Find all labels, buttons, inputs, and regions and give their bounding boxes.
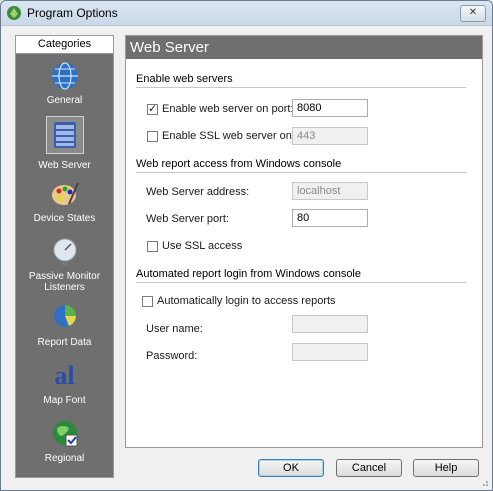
categories-header: Categories [16, 36, 113, 54]
ssl-server-port-input[interactable]: 443 [292, 127, 368, 145]
web-server-port-label: Web Server port: [146, 213, 229, 225]
cancel-button[interactable]: Cancel [336, 459, 402, 477]
enable-web-server-checkbox[interactable] [147, 102, 158, 115]
window-title: Program Options [27, 6, 118, 20]
sidebar-item-label: Regional [44, 453, 85, 464]
sidebar-item-device-states[interactable]: Device States [16, 178, 113, 224]
font-icon: al [54, 361, 75, 390]
auto-login-label: Automatically login to access reports [157, 295, 336, 307]
use-ssl-access-label: Use SSL access [162, 240, 243, 252]
ok-button[interactable]: OK [258, 459, 324, 477]
title-bar[interactable]: Program Options ✕ [1, 1, 492, 26]
auto-login-checkbox[interactable] [142, 296, 153, 307]
web-server-address-input[interactable]: localhost [292, 182, 368, 200]
password-input[interactable] [292, 343, 368, 361]
panel-title: Web Server [126, 36, 482, 59]
sidebar-item-label: Report Data [37, 337, 92, 348]
sidebar-item-label: Passive Monitor Listeners [28, 271, 101, 293]
sidebar-item-passive-monitor-listeners[interactable]: Passive Monitor Listeners [16, 236, 113, 293]
section-divider [136, 172, 466, 173]
web-server-port-field[interactable]: 80 [292, 209, 368, 227]
program-options-window: Program Options ✕ Categories General Web… [0, 0, 493, 491]
use-ssl-access-checkbox[interactable] [147, 241, 158, 252]
sidebar-item-web-server[interactable]: Web Server [16, 116, 113, 171]
password-label: Password: [146, 350, 198, 362]
regional-globe-icon [52, 421, 77, 447]
globe-icon [51, 62, 78, 90]
enable-web-server-label: Enable web server on port: [162, 103, 294, 115]
sidebar-item-label: General [46, 95, 83, 106]
categories-sidebar: Categories General Web Server Device Sta… [15, 35, 114, 478]
web-server-port-input[interactable]: 8080 [292, 99, 368, 117]
sidebar-item-regional[interactable]: Regional [16, 418, 113, 464]
sidebar-item-report-data[interactable]: Report Data [16, 302, 113, 348]
help-button[interactable]: Help [413, 459, 479, 477]
enable-ssl-server-checkbox[interactable] [147, 131, 158, 142]
resize-grip-icon[interactable] [479, 477, 489, 487]
web-server-panel: Web Server Enable web servers Enable web… [125, 35, 483, 448]
section-web-report-access: Web report access from Windows console [136, 158, 342, 170]
sidebar-item-label: Web Server [38, 160, 91, 171]
satellite-dish-icon [53, 238, 76, 266]
section-divider [136, 282, 466, 283]
user-name-label: User name: [146, 323, 203, 335]
selected-icon-frame [45, 116, 84, 154]
sidebar-item-general[interactable]: General [16, 60, 113, 106]
web-server-address-label: Web Server address: [146, 186, 250, 198]
section-automated-login: Automated report login from Windows cons… [136, 268, 361, 280]
sidebar-item-label: Device States [33, 213, 96, 224]
palette-icon [51, 182, 79, 205]
close-button[interactable]: ✕ [460, 5, 486, 22]
user-name-input[interactable] [292, 315, 368, 333]
pie-chart-icon [53, 305, 76, 327]
sidebar-item-map-font[interactable]: al Map Font [16, 360, 113, 406]
section-divider [136, 87, 466, 88]
server-icon [53, 122, 76, 148]
app-icon [7, 6, 21, 20]
sidebar-item-label: Map Font [43, 395, 86, 406]
section-enable-web-servers: Enable web servers [136, 73, 233, 85]
